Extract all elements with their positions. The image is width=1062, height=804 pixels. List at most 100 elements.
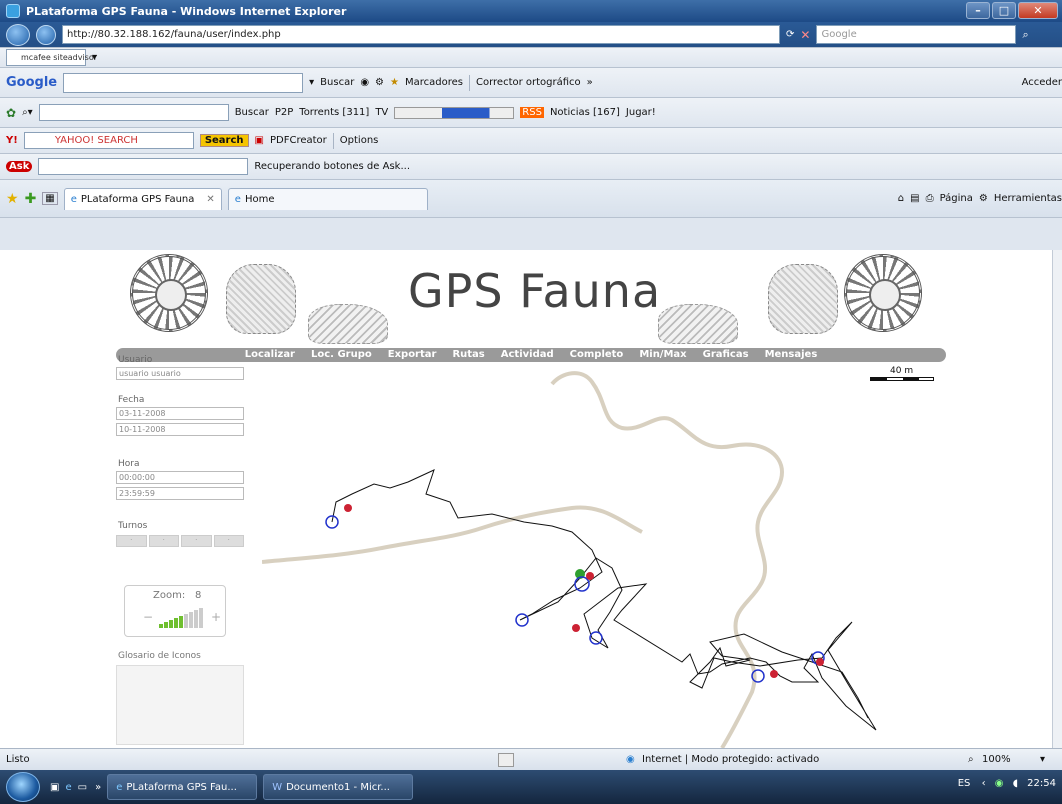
waypoint-marker-icon[interactable]	[572, 624, 580, 632]
turno-option[interactable]: ·	[148, 535, 179, 547]
zoom-bar[interactable]	[179, 616, 183, 628]
tracking-map[interactable]	[262, 362, 942, 748]
ask-search-input[interactable]	[38, 158, 249, 175]
chevron-down-icon[interactable]: ▾	[1040, 754, 1045, 765]
settings-icon[interactable]: ⚙	[375, 77, 384, 88]
search-icon[interactable]: ⌕▾	[22, 107, 33, 118]
gear-icon[interactable]: ⚙	[979, 193, 988, 204]
mcafee-button[interactable]: mcafee siteadvisor	[6, 49, 97, 66]
menu-min-max[interactable]: Min/Max	[639, 348, 686, 362]
glosario-label[interactable]: Glosario de Iconos	[118, 651, 201, 661]
feeds-icon[interactable]: ▤	[910, 193, 919, 204]
more-icon[interactable]: »	[95, 782, 101, 793]
waypoint-marker-icon[interactable]	[586, 572, 594, 580]
usuario-field[interactable]: usuario usuario	[116, 367, 244, 380]
refresh-icon[interactable]: ⟳	[786, 29, 794, 40]
turno-option[interactable]: ·	[213, 535, 244, 547]
close-tab-icon[interactable]: ✕	[206, 194, 214, 205]
stop-icon[interactable]: ✕	[800, 28, 810, 42]
chevron-down-icon[interactable]: ▾	[92, 52, 97, 63]
torrents-button[interactable]: Torrents [311]	[299, 107, 369, 118]
tab-gps-fauna[interactable]: e PLataforma GPS Fauna ✕	[63, 187, 222, 210]
network-icon[interactable]: ◉	[995, 778, 1004, 789]
close-button[interactable]: ✕	[1018, 2, 1058, 19]
media-icon[interactable]: ▭	[78, 782, 87, 793]
tv-button[interactable]: TV	[375, 107, 388, 118]
show-desktop-icon[interactable]: ▣	[50, 782, 59, 793]
start-button[interactable]	[6, 772, 40, 802]
yahoo-search-button[interactable]: Search	[199, 134, 249, 147]
menu-mensajes[interactable]: Mensajes	[765, 348, 818, 362]
zoom-bar[interactable]	[174, 618, 178, 628]
hora-hasta-field[interactable]: 23:59:59	[116, 487, 244, 500]
url-input[interactable]: http://80.32.188.162/fauna/user/index.ph…	[62, 25, 780, 44]
taskbar-item-word[interactable]: W Documento1 - Micr...	[263, 774, 414, 800]
page-menu[interactable]: Página	[940, 193, 973, 204]
zoom-bar[interactable]	[184, 614, 188, 628]
forward-button[interactable]	[36, 24, 56, 45]
globe-icon[interactable]: ◉	[360, 77, 369, 88]
acceder-link[interactable]: Acceder	[1022, 77, 1062, 88]
turno-option[interactable]: ·	[181, 535, 212, 547]
google-search-input[interactable]	[63, 72, 304, 93]
position-marker-icon[interactable]	[515, 613, 529, 627]
home-icon[interactable]: ⌂	[898, 193, 904, 204]
dropdown-icon[interactable]: ▾	[309, 77, 314, 88]
add-favorite-icon[interactable]: ✚	[25, 191, 37, 207]
quick-tabs-icon[interactable]: ▦	[42, 192, 58, 205]
fecha-hasta-field[interactable]: 10-11-2008	[116, 423, 244, 436]
tab-home[interactable]: e Home	[227, 187, 428, 210]
torrents-search-input[interactable]	[38, 104, 229, 121]
minimize-button[interactable]: –	[966, 2, 990, 19]
zoom-level[interactable]: 100%	[982, 754, 1011, 765]
fecha-desde-field[interactable]: 03-11-2008	[116, 407, 244, 420]
waypoint-marker-icon[interactable]	[816, 658, 824, 666]
zoom-bar[interactable]	[159, 624, 163, 628]
zoom-bar[interactable]	[189, 612, 193, 628]
menu-completo[interactable]: Completo	[570, 348, 624, 362]
turno-option[interactable]: ·	[116, 535, 147, 547]
print-icon[interactable]: ⎙	[926, 193, 934, 204]
zoom-in-button[interactable]: +	[211, 610, 221, 624]
yahoo-search-input[interactable]: YAHOO! SEARCH	[23, 132, 194, 149]
position-marker-icon[interactable]	[574, 576, 590, 592]
clock[interactable]: 22:54	[1027, 778, 1056, 789]
noticias-button[interactable]: Noticias [167]	[550, 107, 620, 118]
menu-graficas[interactable]: Graficas	[703, 348, 749, 362]
jugar-button[interactable]: Jugar!	[626, 107, 656, 118]
google-buscar-button[interactable]: Buscar	[320, 77, 354, 88]
waypoint-marker-icon[interactable]	[344, 504, 352, 512]
zoom-bar[interactable]	[164, 622, 168, 628]
search-input[interactable]: Google	[816, 25, 1017, 44]
ie-icon[interactable]: e	[65, 782, 71, 793]
torrents-buscar-button[interactable]: Buscar	[235, 107, 269, 118]
waypoint-marker-icon[interactable]	[770, 670, 778, 678]
corrector-button[interactable]: Corrector ortográfico	[476, 77, 581, 88]
page-scrollbar[interactable]	[1052, 250, 1062, 748]
menu-exportar[interactable]: Exportar	[388, 348, 437, 362]
options-button[interactable]: Options	[340, 135, 379, 146]
search-icon[interactable]: ⌕	[1022, 28, 1028, 42]
back-button[interactable]	[6, 23, 30, 46]
language-indicator[interactable]: ES	[958, 778, 971, 789]
volume-icon[interactable]: ◖	[1013, 778, 1018, 789]
zoom-bar[interactable]	[199, 608, 203, 628]
taskbar-item-gps[interactable]: e PLataforma GPS Fau...	[107, 774, 258, 800]
tools-menu[interactable]: Herramientas	[994, 193, 1062, 204]
menu-loc-grupo[interactable]: Loc. Grupo	[311, 348, 372, 362]
marcadores-button[interactable]: Marcadores	[405, 77, 463, 88]
hora-desde-field[interactable]: 00:00:00	[116, 471, 244, 484]
p2p-button[interactable]: P2P	[275, 107, 293, 118]
tray-arrow-icon[interactable]: ‹	[982, 778, 986, 789]
maximize-button[interactable]: □	[992, 2, 1016, 19]
zoom-bar[interactable]	[194, 610, 198, 628]
radio-slider[interactable]	[394, 106, 515, 119]
zoom-out-button[interactable]: −	[143, 610, 153, 624]
menu-actividad[interactable]: Actividad	[501, 348, 554, 362]
menu-rutas[interactable]: Rutas	[452, 348, 484, 362]
zoom-level-bars[interactable]	[159, 608, 203, 628]
zoom-icon[interactable]: ⌕	[968, 754, 974, 765]
favorites-star-icon[interactable]: ★	[6, 191, 19, 207]
more-icon[interactable]: »	[587, 77, 593, 88]
pdfcreator-button[interactable]: PDFCreator	[270, 135, 327, 146]
